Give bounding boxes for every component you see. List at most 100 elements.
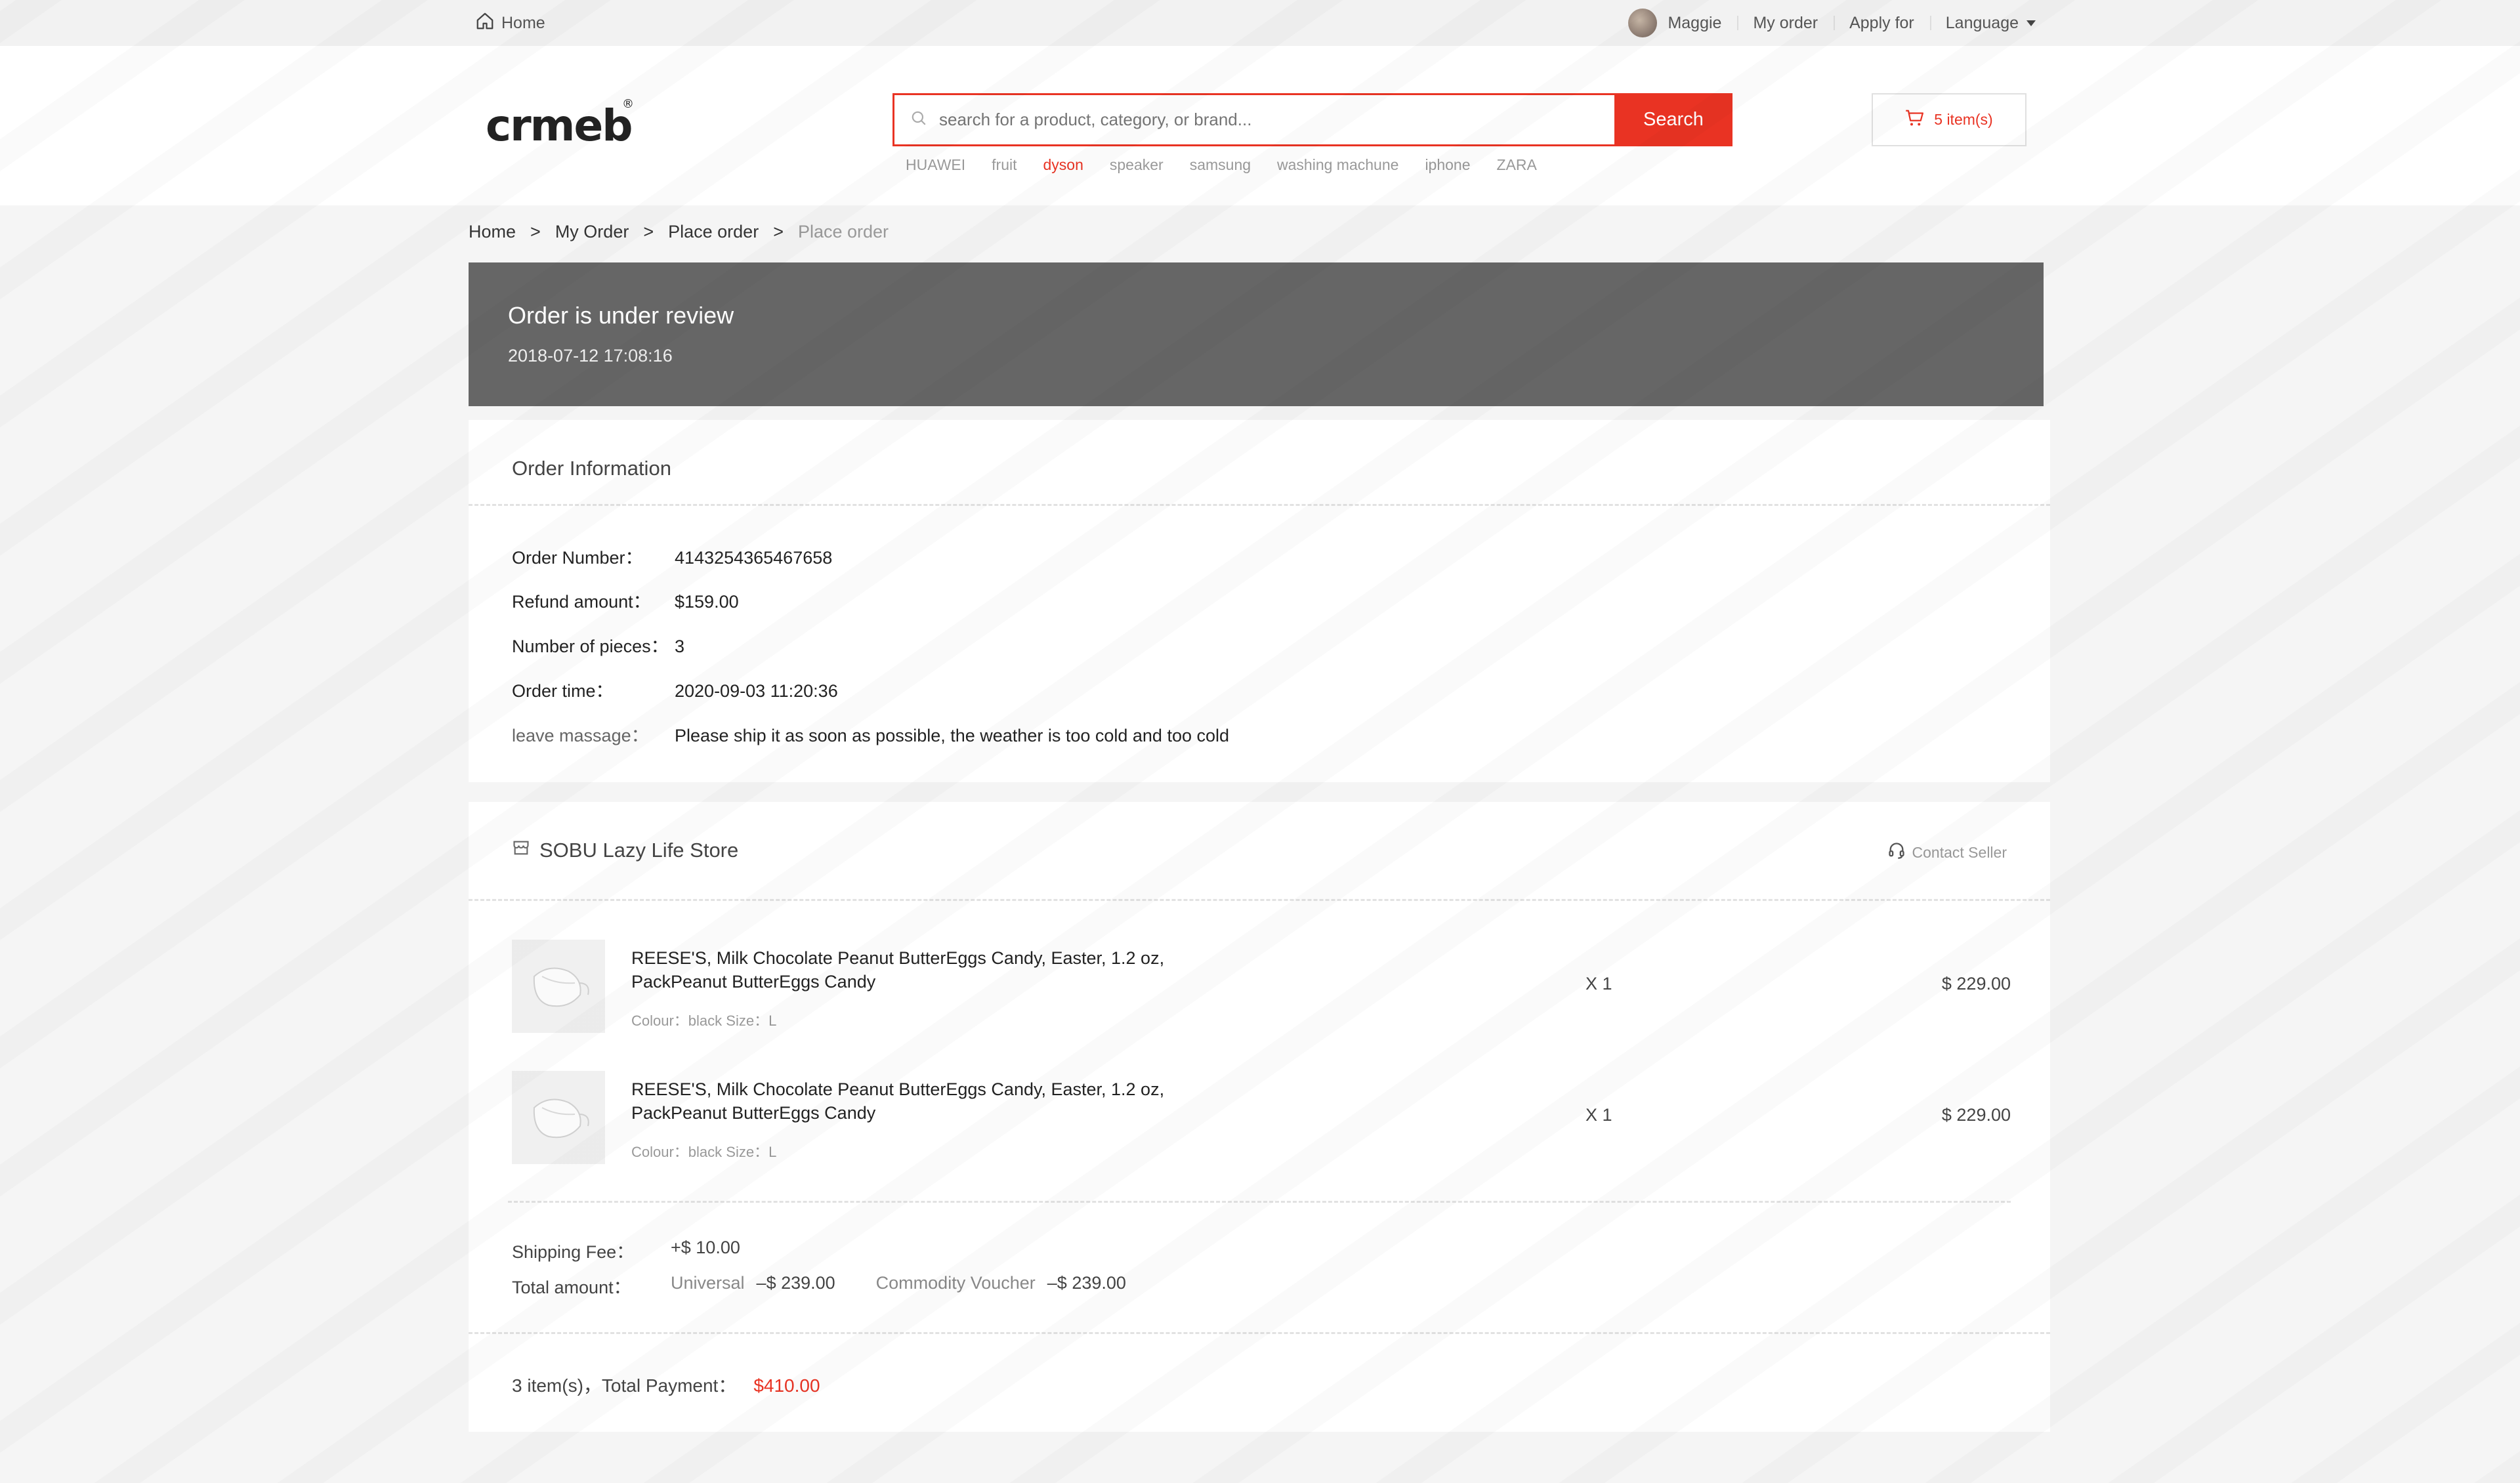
product-name[interactable]: REESE'S, Milk Chocolate Peanut ButterEgg… xyxy=(631,1077,1222,1125)
order-item[interactable]: REESE'S, Milk Chocolate Peanut ButterEgg… xyxy=(512,940,2011,1033)
order-time-row: Order time： 2020-09-03 11:20:36 xyxy=(512,677,838,702)
store-icon xyxy=(512,839,530,862)
breadcrumb-my-order[interactable]: My Order xyxy=(555,222,629,242)
total-amount-row: Total amount： Universal –$ 239.00 Commod… xyxy=(512,1273,1126,1299)
product-name[interactable]: REESE'S, Milk Chocolate Peanut ButterEgg… xyxy=(631,946,1222,993)
refund-amount-label: Refund amount： xyxy=(512,592,651,612)
hot-keyword-dyson[interactable]: dyson xyxy=(1043,156,1083,174)
commodity-voucher-label: Commodity Voucher xyxy=(875,1273,1036,1293)
order-number-row: Order Number： 4143254365467658 xyxy=(512,543,832,569)
total-amount-label: Total amount： xyxy=(512,1278,631,1297)
my-order-label: My order xyxy=(1753,13,1818,32)
leave-message-value: Please ship it as soon as possible, the … xyxy=(675,726,1230,745)
home-link[interactable]: Home xyxy=(475,0,545,46)
svg-text:®: ® xyxy=(622,97,634,111)
divider xyxy=(469,899,2050,901)
hot-keyword-fruit[interactable]: fruit xyxy=(992,156,1017,174)
product-thumbnail[interactable] xyxy=(512,1071,605,1164)
breadcrumb-separator: > xyxy=(773,222,784,241)
product-thumbnail[interactable] xyxy=(512,940,605,1033)
number-of-pieces-label: Number of pieces： xyxy=(512,637,669,656)
contact-seller-label: Contact Seller xyxy=(1912,843,2007,861)
breadcrumb-home[interactable]: Home xyxy=(469,222,516,242)
number-of-pieces-value: 3 xyxy=(675,637,685,656)
svg-text:crmeb: crmeb xyxy=(486,100,631,151)
hot-keyword-washing-machine[interactable]: washing machune xyxy=(1277,156,1398,174)
hot-keyword-huawei[interactable]: HUAWEI xyxy=(906,156,965,174)
logo[interactable]: crmeb ® xyxy=(486,91,643,156)
breadcrumb-separator: > xyxy=(643,222,654,241)
divider xyxy=(508,1201,2011,1203)
order-time-label: Order time： xyxy=(512,681,614,701)
search-button[interactable]: Search xyxy=(1614,93,1732,146)
divider xyxy=(469,1332,2050,1334)
crmeb-logo-icon: crmeb ® xyxy=(486,97,634,151)
order-status-title: Order is under review xyxy=(508,302,734,329)
order-status-datetime: 2018-07-12 17:08:16 xyxy=(508,346,673,366)
store-header[interactable]: SOBU Lazy Life Store xyxy=(512,839,738,862)
store-order-panel: SOBU Lazy Life Store Contact Seller REES… xyxy=(469,802,2050,1432)
user-name: Maggie xyxy=(1668,13,1722,32)
language-label: Language xyxy=(1945,13,2019,32)
apply-for-link[interactable]: Apply for xyxy=(1834,14,1930,33)
cart-icon xyxy=(1905,109,1925,131)
top-bar: Home Maggie My order Apply for Language xyxy=(0,0,2520,46)
hot-keyword-zara[interactable]: ZARA xyxy=(1497,156,1537,174)
order-information-panel: Order Information Order Number： 414325436… xyxy=(469,420,2050,782)
breadcrumb: Home > My Order > Place order > Place or… xyxy=(469,222,889,242)
product-quantity: X 1 xyxy=(1586,974,1612,993)
total-payment-value: $410.00 xyxy=(753,1375,820,1396)
hot-keyword-samsung[interactable]: samsung xyxy=(1190,156,1251,174)
store-name: SOBU Lazy Life Store xyxy=(539,839,739,862)
top-right-nav: Maggie My order Apply for Language xyxy=(1612,0,2051,46)
order-number-value: 4143254365467658 xyxy=(675,548,833,568)
breadcrumb-separator: > xyxy=(530,222,541,241)
universal-value: –$ 239.00 xyxy=(756,1273,835,1293)
leave-message-row: leave massage： Please ship it as soon as … xyxy=(512,721,1229,747)
cart-button[interactable]: 5 item(s) xyxy=(1872,93,2026,146)
product-attributes: Colour：black Size：L xyxy=(631,1013,777,1029)
shipping-fee-row: Shipping Fee： +$ 10.00 xyxy=(512,1238,740,1263)
breadcrumb-place-order[interactable]: Place order xyxy=(668,222,759,242)
refund-amount-row: Refund amount： $159.00 xyxy=(512,587,739,613)
face-mask-icon xyxy=(533,967,589,1007)
avatar xyxy=(1628,9,1658,37)
order-time-value: 2020-09-03 11:20:36 xyxy=(675,681,838,701)
user-menu[interactable]: Maggie xyxy=(1612,9,1737,37)
commodity-voucher-value: –$ 239.00 xyxy=(1047,1273,1126,1293)
caret-down-icon xyxy=(2026,20,2036,26)
language-dropdown[interactable]: Language xyxy=(1929,13,2051,33)
shipping-fee-value: +$ 10.00 xyxy=(671,1238,740,1257)
hot-keywords: HUAWEI fruit dyson speaker samsung washi… xyxy=(906,156,1537,174)
search-input[interactable] xyxy=(939,110,1614,130)
search-icon xyxy=(910,110,927,130)
home-icon xyxy=(475,11,495,35)
refund-amount-value: $159.00 xyxy=(675,592,739,612)
face-mask-icon xyxy=(533,1098,589,1138)
my-order-link[interactable]: My order xyxy=(1737,14,1834,33)
site-header: crmeb ® Search HUAWEI fruit dyson speake… xyxy=(0,46,2520,205)
total-payment-label: 3 item(s)，Total Payment： xyxy=(512,1375,737,1396)
headset-icon xyxy=(1887,841,1906,864)
hot-keyword-speaker[interactable]: speaker xyxy=(1110,156,1164,174)
search-field[interactable] xyxy=(892,93,1614,146)
order-item[interactable]: REESE'S, Milk Chocolate Peanut ButterEgg… xyxy=(512,1071,2011,1164)
number-of-pieces-row: Number of pieces： 3 xyxy=(512,632,684,658)
order-status-banner: Order is under review 2018-07-12 17:08:1… xyxy=(469,262,2044,406)
product-price: $ 229.00 xyxy=(1941,974,2011,993)
contact-seller-button[interactable]: Contact Seller xyxy=(1887,841,2007,864)
universal-label: Universal xyxy=(671,1273,745,1293)
hot-keyword-iphone[interactable]: iphone xyxy=(1425,156,1470,174)
apply-for-label: Apply for xyxy=(1849,13,1914,32)
product-price: $ 229.00 xyxy=(1941,1105,2011,1125)
divider xyxy=(469,504,2050,506)
cart-count: 5 item(s) xyxy=(1934,111,1993,128)
product-quantity: X 1 xyxy=(1586,1105,1612,1125)
breadcrumb-current: Place order xyxy=(797,222,889,241)
leave-message-label: leave massage： xyxy=(512,726,649,745)
total-payment-summary: 3 item(s)，Total Payment： $410.00 xyxy=(512,1371,820,1398)
shipping-fee-label: Shipping Fee： xyxy=(512,1242,635,1262)
product-attributes: Colour：black Size：L xyxy=(631,1144,777,1160)
order-number-label: Order Number： xyxy=(512,548,643,568)
order-information-title: Order Information xyxy=(512,457,671,480)
